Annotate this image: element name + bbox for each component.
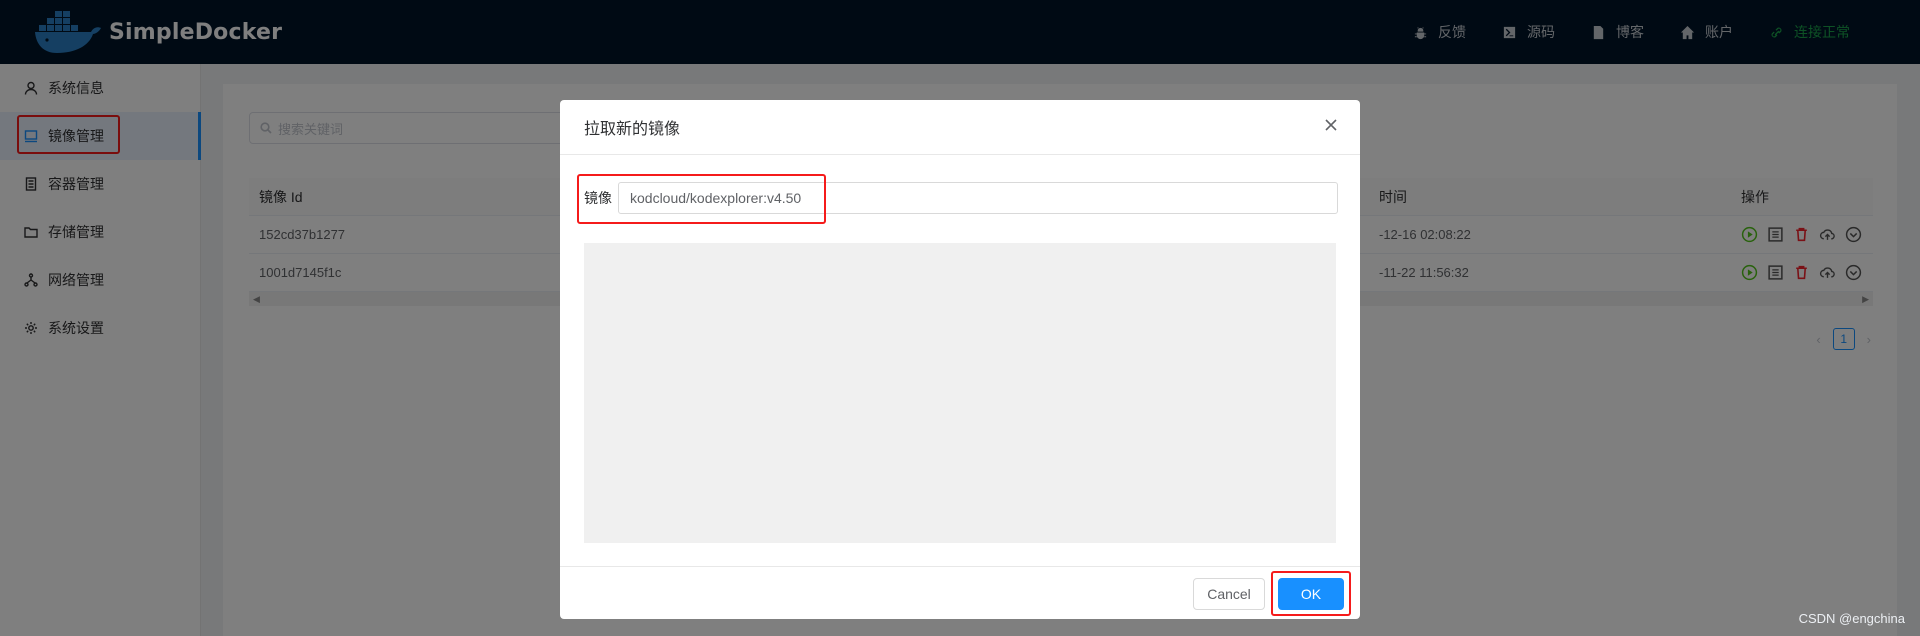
pull-log-area	[584, 243, 1336, 543]
close-icon	[1325, 119, 1337, 131]
dialog-header: 拉取新的镜像	[560, 100, 1360, 155]
dialog-title: 拉取新的镜像	[584, 121, 681, 138]
cancel-button[interactable]: Cancel	[1193, 578, 1265, 610]
highlight-box-image-input	[577, 174, 826, 224]
pull-image-dialog: 拉取新的镜像 镜像 Cancel OK	[560, 100, 1360, 619]
close-button[interactable]	[1324, 118, 1340, 134]
watermark: CSDN @engchina	[1798, 611, 1905, 626]
highlight-box-ok	[1271, 571, 1351, 616]
dialog-footer: Cancel OK	[560, 566, 1360, 619]
